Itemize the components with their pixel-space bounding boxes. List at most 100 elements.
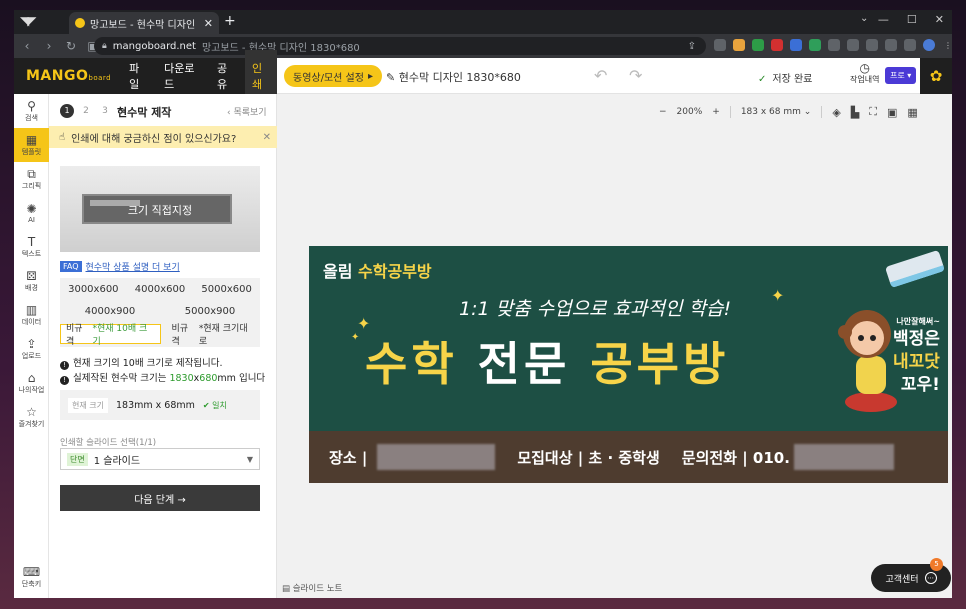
back-icon[interactable]: ‹	[18, 39, 36, 53]
share-icon[interactable]: ⇪	[688, 41, 696, 52]
close-window-icon[interactable]: ✕	[935, 13, 944, 26]
sidebar-item-my-work[interactable]: ⌂ 나의작업	[14, 366, 49, 400]
sidebar-icon[interactable]	[904, 39, 916, 51]
extension-icon[interactable]	[771, 39, 783, 51]
maximize-icon[interactable]: ☐	[907, 13, 917, 26]
design-subtitle[interactable]: 1:1 맞춤 수업으로 효과적인 학습!	[459, 294, 731, 321]
slide-select-value: 1 슬라이드	[93, 455, 141, 467]
document-title[interactable]: ✎ 현수막 디자인 1830*680	[386, 69, 521, 85]
size-options: 3000x600 4000x600 5000x600 4000x900 5000…	[60, 278, 260, 347]
slide-note-toggle[interactable]: ▤ 슬라이드 노트	[282, 582, 342, 594]
forward-icon[interactable]: ›	[40, 39, 58, 53]
fit-screen-icon[interactable]: ⛶	[869, 105, 877, 119]
app-header: MANGOboard 파일 다운로드 공유 인쇄 동영상/모션 설정 ▸ ✎ 현…	[14, 50, 952, 102]
video-motion-button[interactable]: 동영상/모션 설정 ▸	[284, 65, 382, 87]
design-headline[interactable]: 수학 전문 공부방	[365, 328, 729, 394]
profile-avatar[interactable]	[923, 39, 935, 51]
sidebar-item-ai[interactable]: ✺ AI	[14, 196, 49, 230]
mangoboard-logo[interactable]: MANGOboard	[26, 68, 111, 84]
translate-icon[interactable]	[790, 39, 802, 51]
help-label: 고객센터	[885, 574, 919, 585]
ai-icon: ✺	[26, 202, 37, 216]
sidebar-item-text[interactable]: T 텍스트	[14, 230, 49, 264]
ruler-icon[interactable]: ▙	[851, 106, 859, 119]
tab-search-icon[interactable]: ⌄	[860, 13, 868, 24]
eraser-graphic[interactable]	[884, 249, 946, 289]
browser-tab[interactable]: 망고보드 - 현수막 디자인 1 ✕	[69, 12, 219, 34]
new-tab-button[interactable]: +	[224, 13, 236, 29]
extension-puzzle-icon[interactable]	[714, 39, 726, 51]
reload-icon[interactable]: ↻	[62, 39, 80, 53]
sidebar-item-graphic[interactable]: ⧉ 그리픽	[14, 162, 49, 196]
hand-pointer-icon: ☝	[59, 131, 66, 143]
size-option[interactable]: 3000x600	[68, 284, 118, 295]
grid-view-icon[interactable]: ▦	[907, 106, 917, 119]
design-brand[interactable]: 올림 수학공부방	[323, 258, 432, 282]
size-option[interactable]: 4000x600	[135, 284, 185, 295]
present-icon[interactable]: ▣	[887, 106, 897, 119]
history-button[interactable]: ◷ 작업내역	[850, 62, 879, 86]
sidebar-item-template[interactable]: ▦ 템플릿	[14, 128, 49, 162]
step-1: 1	[60, 104, 74, 118]
custom-size-10x-button[interactable]: 비규격 *현재 10배 크기	[60, 324, 161, 347]
sidebar-item-data[interactable]: ▥ 데이터	[14, 298, 49, 332]
current-size-tag: 현재 크기	[68, 397, 108, 413]
undo-icon[interactable]: ↶	[594, 66, 607, 85]
url-input[interactable]: 🔒︎ mangoboard.net 망고보드 - 현수막 디자인 1830*68…	[94, 37, 706, 55]
sidebar-item-background[interactable]: ⚄ 배경	[14, 264, 49, 298]
print-notice-banner[interactable]: ☝ 인쇄에 대해 궁금하신 점이 있으신가요? ✕	[49, 126, 277, 148]
minimize-icon[interactable]: —	[878, 13, 889, 26]
settings-gear-icon[interactable]: ✿	[920, 58, 952, 94]
step-indicator: 1 2 3	[60, 104, 112, 118]
next-step-button[interactable]: 다음 단계 →	[60, 485, 260, 511]
extension-icon[interactable]	[809, 39, 821, 51]
size-option[interactable]: 5000x600	[201, 284, 251, 295]
close-tab-icon[interactable]: ✕	[204, 17, 213, 30]
sidebar-item-favorites[interactable]: ☆ 즐겨찾기	[14, 400, 49, 434]
redo-icon[interactable]: ↷	[629, 66, 642, 85]
url-page-title: 망고보드 - 현수막 디자인 1830*680	[201, 42, 360, 54]
faq-row: FAQ 현수막 상품 설명 더 보기	[60, 260, 180, 273]
screenshot-icon[interactable]	[885, 39, 897, 51]
back-to-list-link[interactable]: ‹ 목록보기	[227, 105, 267, 118]
sidebar-item-upload[interactable]: ⇪ 업로드	[14, 332, 49, 366]
star-icon: ☆	[26, 405, 37, 419]
pro-badge[interactable]: 프로 ▾	[885, 67, 917, 84]
canvas-size-selector[interactable]: 183 x 68 mm ⌄	[741, 107, 811, 117]
sidebar-item-search[interactable]: ⚲ 검색	[14, 94, 49, 128]
close-notice-icon[interactable]: ✕	[263, 132, 271, 143]
zoom-in-button[interactable]: +	[712, 107, 720, 117]
sidebar-item-shortcuts[interactable]: ⌨ 단축키	[14, 560, 49, 594]
history-label: 작업내역	[850, 75, 880, 84]
design-side-text[interactable]: 나만잘해써~ 백정은 내꼬닷 꼬우!	[893, 316, 940, 397]
menu-share[interactable]: 공유	[217, 60, 235, 92]
slide-select[interactable]: 단면 1 슬라이드 ▼	[60, 448, 260, 470]
faq-link[interactable]: 현수막 상품 설명 더 보기	[86, 260, 180, 273]
menu-file[interactable]: 파일	[129, 60, 147, 92]
custom-size-current-button[interactable]: 비규격 *현재 크기대로	[167, 324, 260, 347]
sparkle-icon: ✦	[351, 332, 360, 343]
media-icon[interactable]	[866, 39, 878, 51]
girl-character-illustration[interactable]	[831, 304, 901, 419]
menu-download[interactable]: 다운로드	[164, 60, 200, 92]
editor-canvas: − 200% + 183 x 68 mm ⌄ ◈ ▙ ⛶ ▣ ▦ 올림 수학공부…	[277, 94, 952, 598]
extension-icon[interactable]	[733, 39, 745, 51]
zoom-level[interactable]: 200%	[677, 107, 703, 117]
step-3: 3	[102, 106, 108, 116]
banner-design[interactable]: 올림 수학공부방 1:1 맞춤 수업으로 효과적인 학습! ✦ ✦ ✦ 수학 전…	[309, 246, 948, 483]
blurred-address	[377, 444, 496, 470]
layers-icon[interactable]: ◈	[832, 106, 840, 119]
customer-center-button[interactable]: 고객센터 ⋯ 5	[871, 558, 951, 592]
size-option[interactable]: 4000x900	[85, 306, 135, 317]
zoom-out-button[interactable]: −	[659, 107, 667, 117]
current-size-value: 183mm x 68mm	[115, 399, 195, 411]
shield-icon[interactable]	[752, 39, 764, 51]
size-option[interactable]: 5000x900	[185, 306, 235, 317]
save-status-text: 저장 완료	[772, 74, 813, 85]
template-icon: ▦	[25, 133, 38, 147]
browser-menu-icon[interactable]: ⋮	[942, 39, 952, 51]
download-icon[interactable]	[847, 39, 859, 51]
pencil-icon: ✎	[386, 71, 396, 84]
design-footer[interactable]: 장소 | 모집대상 | 초 · 중학생 문의전화 | 010.	[309, 431, 948, 483]
extension-icon[interactable]	[828, 39, 840, 51]
